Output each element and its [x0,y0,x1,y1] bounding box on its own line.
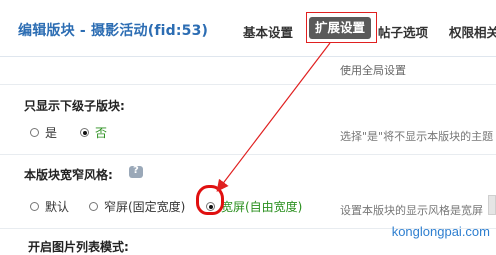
annotation-arrow-icon [216,42,331,192]
